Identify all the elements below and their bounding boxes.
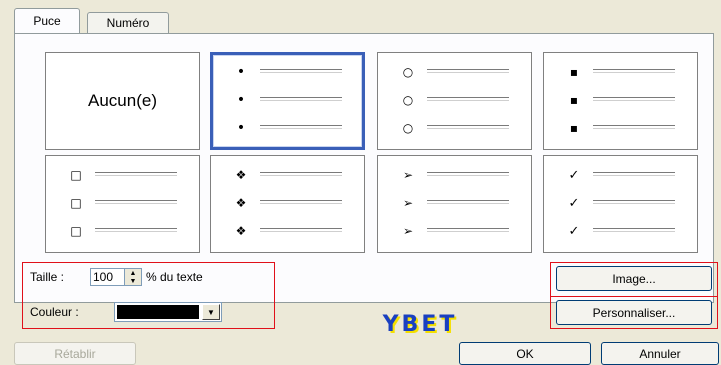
bullet-text-line — [593, 200, 675, 201]
bullet-text-line — [427, 228, 509, 229]
square-bullet-icon: ▪ — [569, 121, 579, 135]
size-label: Taille : — [30, 270, 65, 284]
bullet-text-line — [593, 228, 675, 229]
hollow-square-bullet-icon: □ — [70, 168, 82, 182]
ybet-logo: YBET YBET — [382, 312, 458, 336]
bullet-option-0[interactable]: Aucun(e) — [45, 52, 200, 150]
bullet-text-line — [593, 97, 675, 98]
tab-numero[interactable]: Numéro — [87, 12, 169, 33]
circle-bullet-icon: ○ — [402, 65, 414, 79]
circle-bullet-icon: ○ — [402, 121, 414, 135]
bullet-text-line — [427, 125, 509, 126]
size-input[interactable] — [91, 269, 127, 285]
ok-button[interactable]: OK — [459, 342, 591, 365]
diamond-cluster-bullet-icon: ❖ — [235, 224, 247, 238]
bullet-text-line — [427, 172, 509, 173]
bullet-option-4[interactable]: □ □ □ — [45, 155, 200, 253]
spin-up-icon[interactable]: ▲ — [125, 269, 141, 277]
arrowhead-bullet-icon: ➢ — [402, 196, 414, 210]
bullet-text-line — [95, 200, 177, 201]
chevron-down-icon[interactable]: ▼ — [202, 304, 220, 320]
image-button[interactable]: Image... — [556, 266, 712, 291]
bullet-text-line — [427, 97, 509, 98]
diamond-cluster-bullet-icon: ❖ — [235, 196, 247, 210]
checkmark-bullet-icon: ✓ — [568, 167, 580, 183]
size-spinner[interactable]: ▲ ▼ — [90, 268, 142, 286]
square-bullet-icon: ▪ — [569, 93, 579, 107]
bullet-text-line — [593, 125, 675, 126]
image-button-label: Image... — [612, 271, 656, 286]
bullet-text-line — [260, 172, 342, 173]
arrowhead-bullet-icon: ➢ — [402, 224, 414, 238]
reset-button[interactable]: Rétablir — [14, 342, 136, 365]
bullet-text-line — [260, 97, 342, 98]
bullet-option-6[interactable]: ➢ ➢ ➢ — [377, 155, 532, 253]
bullet-text-line — [427, 69, 509, 70]
dot-bullet-icon: • — [236, 120, 246, 136]
arrowhead-bullet-icon: ➢ — [402, 168, 414, 182]
cancel-button-label: Annuler — [639, 346, 681, 361]
checkmark-bullet-icon: ✓ — [568, 223, 580, 239]
diamond-cluster-bullet-icon: ❖ — [235, 168, 247, 182]
bullet-text-line — [427, 200, 509, 201]
hollow-square-bullet-icon: □ — [70, 196, 82, 210]
bullet-option-5[interactable]: ❖ ❖ ❖ — [210, 155, 365, 253]
checkmark-bullet-icon: ✓ — [568, 195, 580, 211]
size-suffix: % du texte — [146, 270, 203, 284]
bullet-text-line — [260, 228, 342, 229]
ybet-logo-text: YBET — [382, 312, 458, 336]
tab-puce[interactable]: Puce — [14, 8, 80, 33]
bullet-text-line — [593, 69, 675, 70]
bullet-text-line — [95, 172, 177, 173]
color-dropdown[interactable]: ▼ — [114, 302, 222, 322]
bullet-text-line — [260, 69, 342, 70]
hollow-square-bullet-icon: □ — [70, 224, 82, 238]
cancel-button[interactable]: Annuler — [601, 342, 719, 365]
reset-button-label: Rétablir — [54, 346, 96, 361]
dot-bullet-icon: • — [236, 92, 246, 108]
bullet-text-line — [260, 200, 342, 201]
color-swatch — [117, 305, 199, 319]
ok-button-label: OK — [516, 346, 534, 361]
bullet-text-line — [260, 125, 342, 126]
size-spinner-buttons: ▲ ▼ — [124, 269, 141, 285]
dot-bullet-icon: • — [236, 64, 246, 80]
bullet-option-3[interactable]: ▪ ▪ ▪ — [543, 52, 698, 150]
color-label: Couleur : — [30, 305, 79, 319]
square-bullet-icon: ▪ — [569, 65, 579, 79]
bullet-text-line — [95, 228, 177, 229]
no-bullet-label: Aucun(e) — [88, 91, 157, 110]
customize-button[interactable]: Personnaliser... — [556, 300, 712, 325]
bullet-option-1[interactable]: • • • — [210, 52, 365, 150]
spin-down-icon[interactable]: ▼ — [125, 277, 141, 285]
bullet-option-2[interactable]: ○ ○ ○ — [377, 52, 532, 150]
customize-button-label: Personnaliser... — [592, 305, 676, 320]
tab-numero-label: Numéro — [106, 16, 150, 30]
tab-puce-label: Puce — [33, 14, 61, 28]
circle-bullet-icon: ○ — [402, 93, 414, 107]
bullet-option-7[interactable]: ✓ ✓ ✓ — [543, 155, 698, 253]
bullet-text-line — [593, 172, 675, 173]
